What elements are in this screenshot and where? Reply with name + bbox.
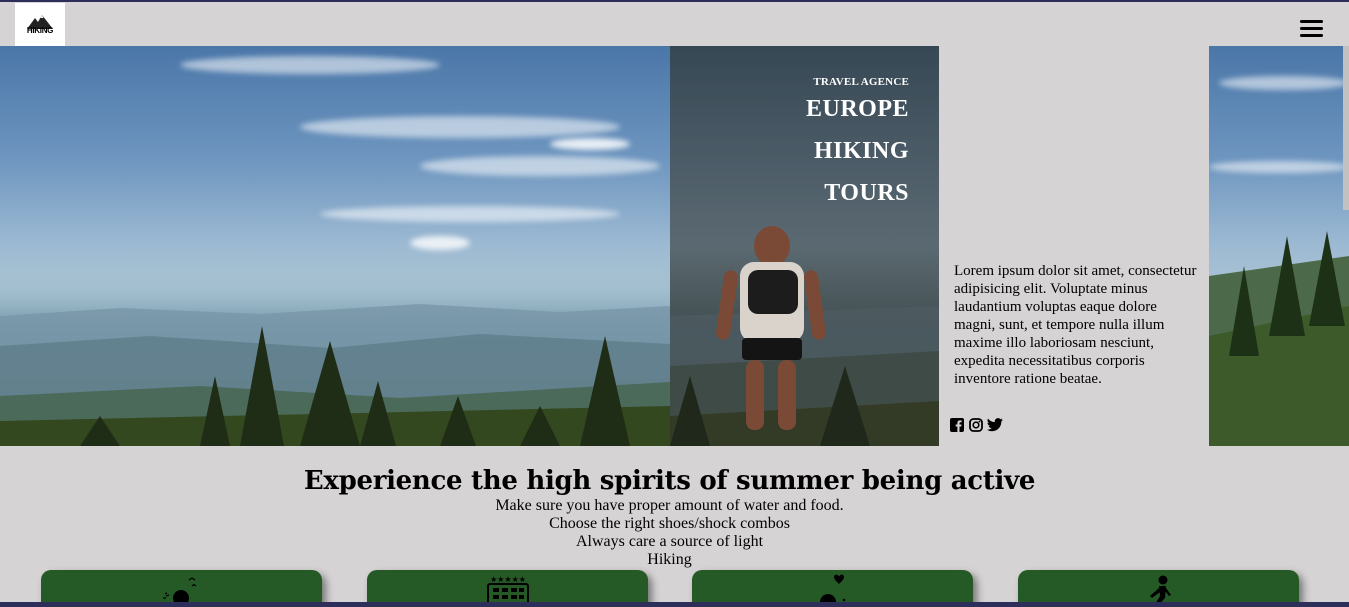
hamburger-line	[1300, 27, 1323, 30]
hiker-figure-image	[716, 226, 826, 430]
tips-list: Make sure you have proper amount of wate…	[0, 497, 1339, 569]
hero-description: Lorem ipsum dolor sit amet, consectetur …	[954, 263, 1197, 387]
hero-overlay-panel: TRAVEL AGENCE EUROPE HIKING TOURS	[670, 46, 939, 446]
section-headline: Experience the high spirits of summer be…	[303, 466, 1036, 496]
tip-item: Hiking	[647, 551, 692, 568]
scrollbar-thumb[interactable]	[1343, 46, 1349, 210]
logo[interactable]: HIKING	[15, 3, 65, 46]
twitter-icon[interactable]	[987, 417, 1003, 433]
hero-landscape-image	[0, 46, 670, 446]
bottom-border	[0, 602, 1349, 607]
hamburger-line	[1300, 34, 1323, 37]
hero-subtitle: TRAVEL AGENCE	[813, 76, 909, 88]
logo-text: HIKING	[26, 25, 54, 35]
tip-item: Make sure you have proper amount of wate…	[495, 497, 844, 514]
carousel-next-slide-image[interactable]	[1209, 46, 1349, 446]
instagram-icon[interactable]	[968, 417, 984, 433]
hero-title-line: HIKING	[813, 138, 909, 164]
hamburger-line	[1300, 20, 1323, 23]
hero-section: TRAVEL AGENCE EUROPE HIKING TOURS Lorem …	[0, 46, 1349, 446]
facebook-icon[interactable]	[949, 417, 965, 433]
hero-title: TRAVEL AGENCE EUROPE HIKING TOURS	[806, 76, 909, 214]
hero-title-line: TOURS	[824, 180, 909, 206]
navbar: HIKING	[0, 2, 1349, 46]
hero-text-panel: Lorem ipsum dolor sit amet, consectetur …	[939, 46, 1209, 446]
tip-item: Choose the right shoes/shock combos	[549, 515, 790, 532]
social-links	[949, 417, 1003, 433]
svg-text:★★★★★: ★★★★★	[490, 575, 526, 584]
hamburger-menu-button[interactable]	[1300, 20, 1323, 38]
tip-item: Always care a source of light	[575, 533, 764, 550]
sun-birds-icon	[162, 577, 196, 604]
hero-title-line: EUROPE	[805, 96, 909, 122]
